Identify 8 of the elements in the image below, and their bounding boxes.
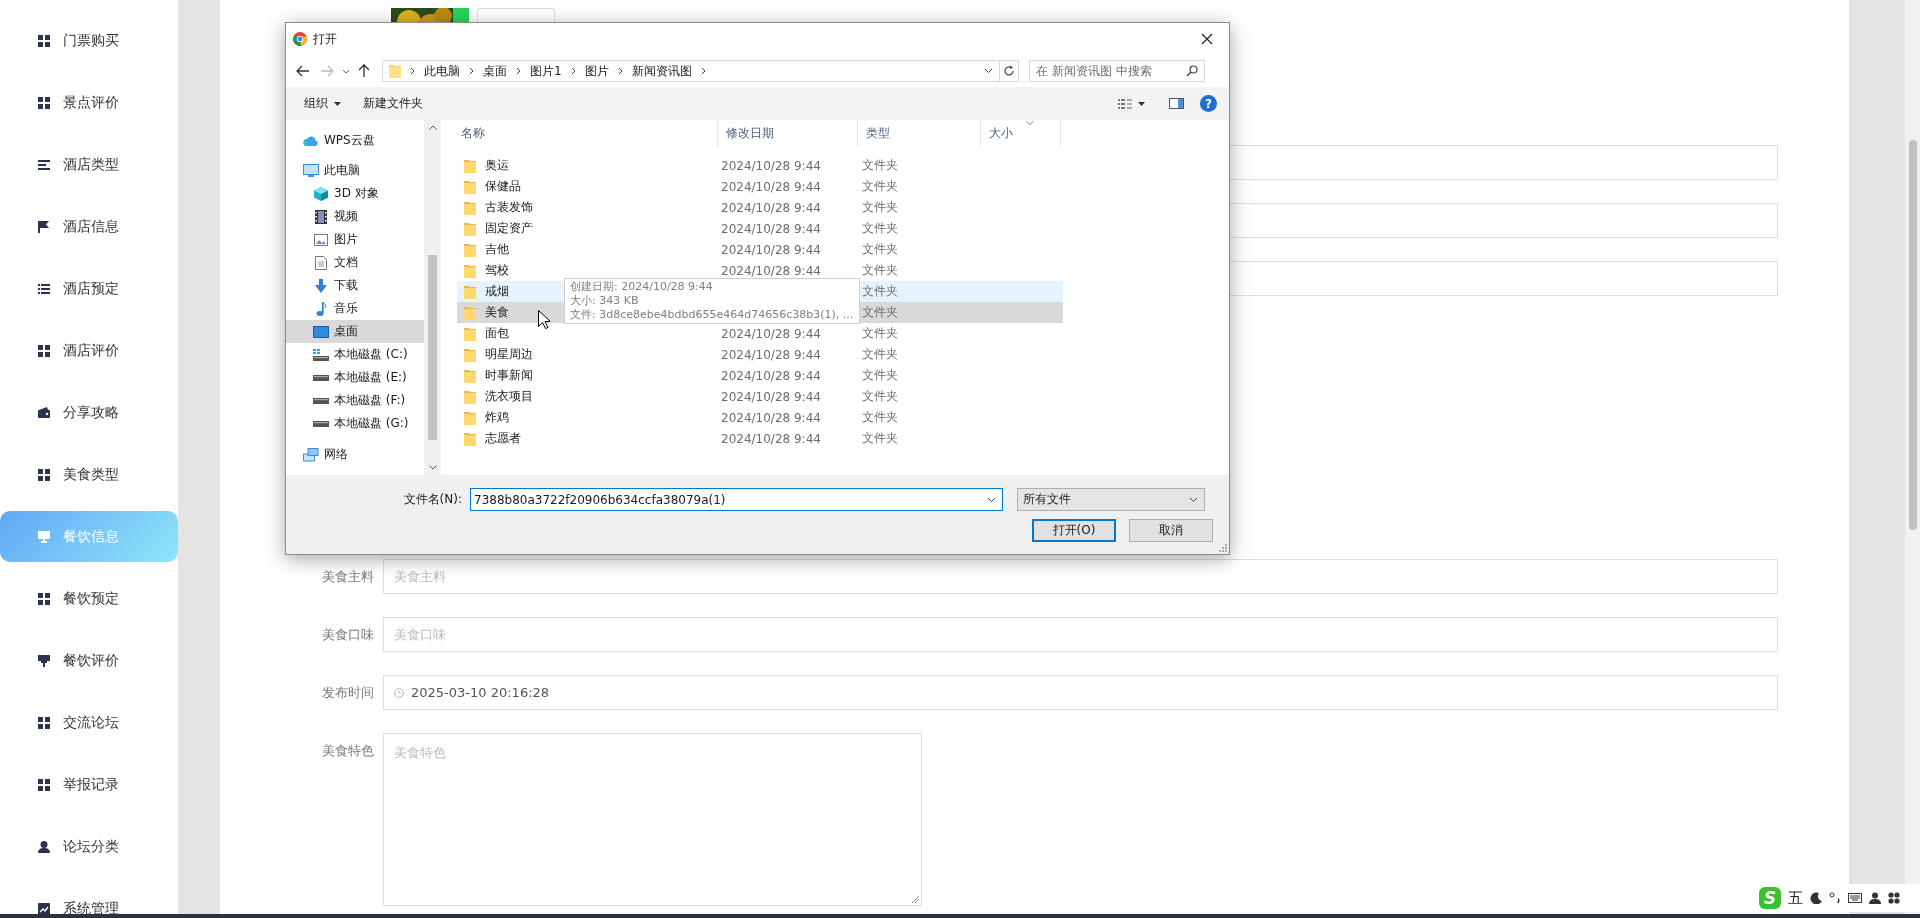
- field-label: 美食主料: [321, 568, 375, 586]
- tooltip-text: 创建日期: 2024/10/28 9:44: [570, 280, 714, 294]
- field-label: 美食口味: [321, 626, 375, 644]
- field-label: 文件名(N):: [402, 491, 463, 508]
- dialog-title: 打开: [313, 30, 337, 48]
- tooltip-text: 文件: 3d8ce8ebe4bdbd655e464d74656c38b3(1), ...: [570, 308, 854, 322]
- field-label: 美食特色: [321, 742, 375, 760]
- field-label: 发布时间: [321, 684, 375, 702]
